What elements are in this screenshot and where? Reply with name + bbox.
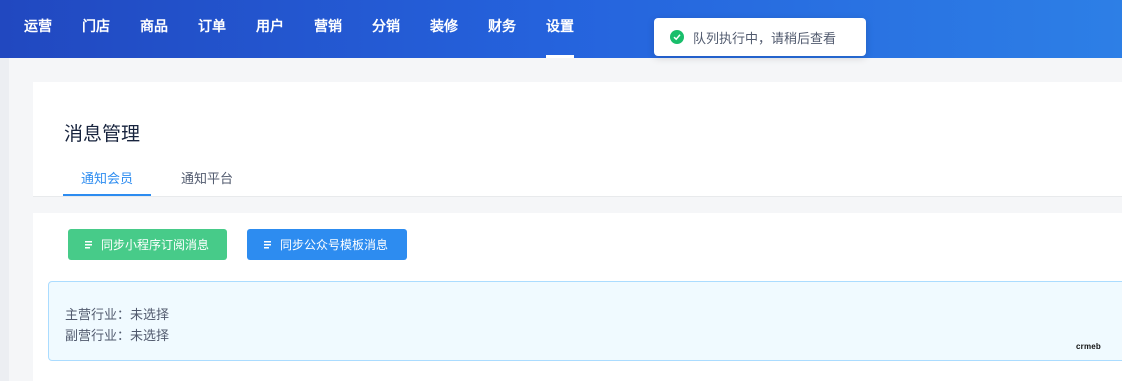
- sidebar-edge: [0, 58, 9, 381]
- sync-mini-program-label: 同步小程序订阅消息: [101, 238, 210, 252]
- nav-item-decoration[interactable]: 装修: [430, 0, 458, 58]
- nav-item-stores[interactable]: 门店: [82, 0, 110, 58]
- main-nav: 运营 门店 商品 订单 用户 营销 分销 装修 财务 设置: [0, 0, 580, 58]
- sync-official-account-label: 同步公众号模板消息: [280, 238, 389, 252]
- page-header: 消息管理 通知会员 通知平台: [33, 82, 1122, 197]
- nav-item-users[interactable]: 用户: [256, 0, 284, 58]
- nav-item-settings[interactable]: 设置: [546, 0, 574, 58]
- tab-notify-platform[interactable]: 通知平台: [163, 162, 251, 196]
- tab-bar: 通知会员 通知平台: [63, 162, 251, 196]
- sync-mini-program-button[interactable]: 同步小程序订阅消息: [68, 229, 227, 260]
- nav-item-orders[interactable]: 订单: [198, 0, 226, 58]
- toast-notification: 队列执行中，请稍后查看: [654, 18, 866, 56]
- toast-message: 队列执行中，请稍后查看: [693, 30, 837, 46]
- secondary-industry-text: 副营行业：未选择: [65, 328, 170, 343]
- check-circle-icon: [670, 30, 684, 44]
- content-card: 同步小程序订阅消息 同步公众号模板消息 主营行业：未选择 副营行业：未选择 cr…: [33, 213, 1122, 381]
- nav-item-finance[interactable]: 财务: [488, 0, 516, 58]
- document-icon: [264, 240, 271, 249]
- crmeb-logo: crmeb: [1076, 342, 1102, 351]
- document-icon: [85, 240, 92, 249]
- nav-item-operations[interactable]: 运营: [24, 0, 52, 58]
- primary-industry-text: 主营行业：未选择: [65, 307, 170, 322]
- tab-notify-members[interactable]: 通知会员: [63, 162, 152, 196]
- top-nav-bar: 运营 门店 商品 订单 用户 营销 分销 装修 财务 设置: [0, 0, 1122, 58]
- nav-item-products[interactable]: 商品: [140, 0, 168, 58]
- industry-info-alert: 主营行业：未选择 副营行业：未选择 crmeb: [48, 281, 1122, 361]
- nav-item-distribution[interactable]: 分销: [372, 0, 400, 58]
- sync-official-account-button[interactable]: 同步公众号模板消息: [247, 229, 407, 260]
- nav-item-marketing[interactable]: 营销: [314, 0, 342, 58]
- page-title: 消息管理: [64, 124, 141, 145]
